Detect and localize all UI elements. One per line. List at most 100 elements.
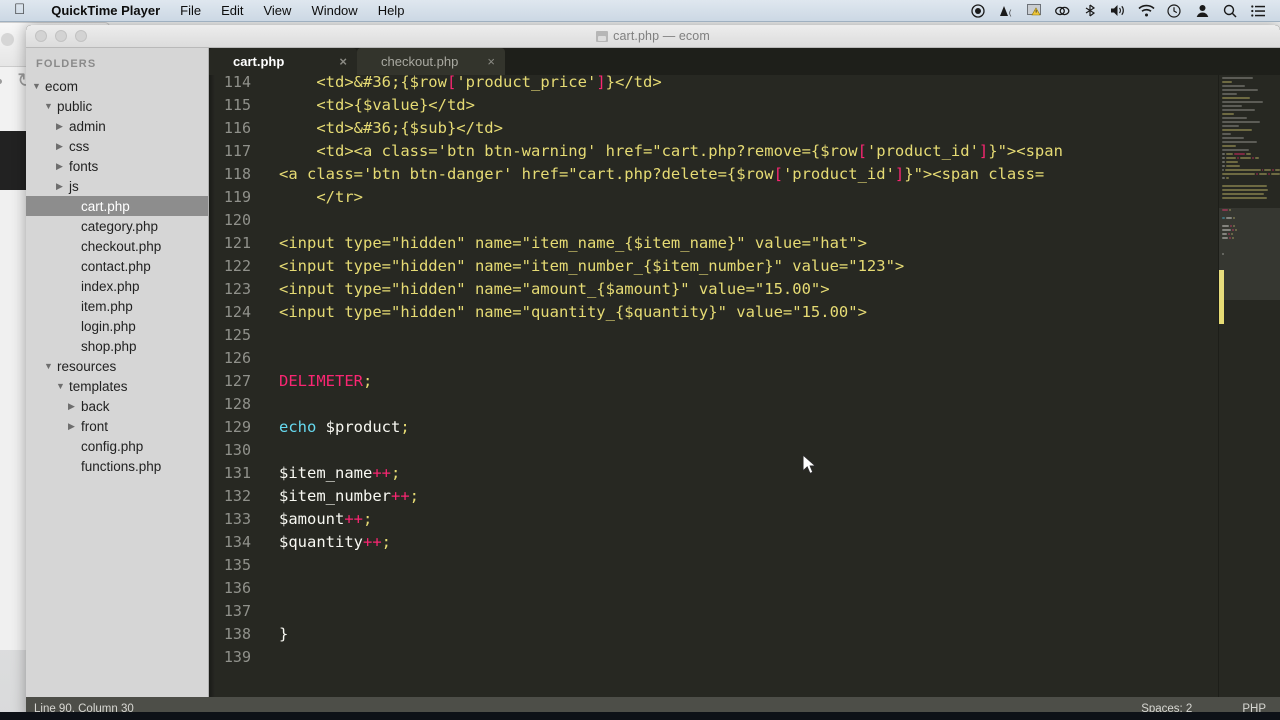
menu-item-help[interactable]: Help bbox=[368, 3, 415, 18]
code-text[interactable]: $quantity++; bbox=[261, 531, 1218, 554]
tree-item-shop-php[interactable]: shop.php bbox=[26, 336, 208, 356]
code-text[interactable]: </tr> bbox=[261, 186, 1218, 209]
menu-item-view[interactable]: View bbox=[253, 3, 301, 18]
code-line[interactable]: 128 bbox=[209, 393, 1218, 416]
chevron-right-icon[interactable] bbox=[56, 161, 69, 172]
tree-item-cart-php[interactable]: cart.php bbox=[26, 196, 208, 216]
airplay-icon[interactable]: ( bbox=[994, 5, 1018, 17]
code-text[interactable]: <input type="hidden" name="item_name_{$i… bbox=[261, 232, 1218, 255]
code-line[interactable]: 132 $item_number++; bbox=[209, 485, 1218, 508]
code-line[interactable]: 120 bbox=[209, 209, 1218, 232]
code-text[interactable]: $item_number++; bbox=[261, 485, 1218, 508]
apple-logo-icon[interactable]:  bbox=[14, 2, 25, 17]
editor-pane[interactable]: 113 <td>{$row['product_title']}</td>114 … bbox=[209, 48, 1280, 720]
code-text[interactable] bbox=[261, 600, 1218, 623]
code-line[interactable]: 125 bbox=[209, 324, 1218, 347]
code-line[interactable]: 118 <a class='btn btn-danger' href="cart.… bbox=[209, 163, 1218, 186]
tree-item-public[interactable]: public bbox=[26, 96, 208, 116]
chevron-down-icon[interactable] bbox=[44, 101, 57, 111]
code-line[interactable]: 135 bbox=[209, 554, 1218, 577]
code-line[interactable]: 123 <input type="hidden" name="amount_{$a… bbox=[209, 278, 1218, 301]
code-text[interactable]: <td><a class='btn btn-warning' href="car… bbox=[261, 140, 1218, 163]
tree-item-templates[interactable]: templates bbox=[26, 376, 208, 396]
tree-item-checkout-php[interactable]: checkout.php bbox=[26, 236, 208, 256]
code-text[interactable] bbox=[261, 324, 1218, 347]
code-line[interactable]: 121 <input type="hidden" name="item_name_… bbox=[209, 232, 1218, 255]
code-line[interactable]: 139 bbox=[209, 646, 1218, 669]
code-text[interactable] bbox=[261, 646, 1218, 669]
chevron-down-icon[interactable] bbox=[32, 81, 45, 91]
chevron-right-icon[interactable] bbox=[68, 401, 81, 412]
time-machine-icon[interactable] bbox=[1162, 3, 1186, 18]
chevron-right-icon[interactable] bbox=[56, 181, 69, 192]
code-text[interactable]: <input type="hidden" name="amount_{$amou… bbox=[261, 278, 1218, 301]
tree-item-functions-php[interactable]: functions.php bbox=[26, 456, 208, 476]
code-line[interactable]: 126 bbox=[209, 347, 1218, 370]
code-minimap[interactable] bbox=[1218, 48, 1280, 720]
code-text[interactable] bbox=[261, 554, 1218, 577]
code-line[interactable]: 127 DELIMETER; bbox=[209, 370, 1218, 393]
tree-item-front[interactable]: front bbox=[26, 416, 208, 436]
tree-item-login-php[interactable]: login.php bbox=[26, 316, 208, 336]
dropbox-icon[interactable] bbox=[1050, 5, 1074, 17]
code-text[interactable]: <input type="hidden" name="quantity_{$qu… bbox=[261, 301, 1218, 324]
chevron-right-icon[interactable] bbox=[68, 421, 81, 432]
tab-cart-php[interactable]: cart.php × bbox=[209, 48, 357, 75]
code-text[interactable]: <td>&#36;{$sub}</td> bbox=[261, 117, 1218, 140]
volume-icon[interactable] bbox=[1106, 4, 1130, 17]
window-titlebar[interactable]: cart.php — ecom bbox=[26, 25, 1280, 48]
code-line[interactable]: 134 $quantity++; bbox=[209, 531, 1218, 554]
spotlight-search-icon[interactable] bbox=[1218, 4, 1242, 18]
tree-item-item-php[interactable]: item.php bbox=[26, 296, 208, 316]
chevron-down-icon[interactable] bbox=[56, 381, 69, 391]
code-text[interactable]: <a class='btn btn-danger' href="cart.php… bbox=[261, 163, 1218, 186]
menu-item-app[interactable]: QuickTime Player bbox=[41, 3, 170, 18]
tree-item-config-php[interactable]: config.php bbox=[26, 436, 208, 456]
tab-close-icon[interactable]: × bbox=[339, 54, 347, 69]
code-line[interactable]: 124 <input type="hidden" name="quantity_{… bbox=[209, 301, 1218, 324]
code-text[interactable]: } bbox=[261, 623, 1218, 646]
code-text[interactable] bbox=[261, 209, 1218, 232]
tree-item-category-php[interactable]: category.php bbox=[26, 216, 208, 236]
tree-item-ecom[interactable]: ecom bbox=[26, 76, 208, 96]
code-line[interactable]: 136 bbox=[209, 577, 1218, 600]
code-text[interactable] bbox=[261, 577, 1218, 600]
code-text[interactable]: <td>{$value}</td> bbox=[261, 94, 1218, 117]
code-line[interactable]: 119 </tr> bbox=[209, 186, 1218, 209]
code-text[interactable]: <input type="hidden" name="item_number_{… bbox=[261, 255, 1218, 278]
display-warning-icon[interactable] bbox=[1022, 4, 1046, 17]
menu-item-window[interactable]: Window bbox=[301, 3, 367, 18]
menu-item-file[interactable]: File bbox=[170, 3, 211, 18]
code-text[interactable]: $amount++; bbox=[261, 508, 1218, 531]
code-line[interactable]: 122 <input type="hidden" name="item_numbe… bbox=[209, 255, 1218, 278]
tree-item-js[interactable]: js bbox=[26, 176, 208, 196]
code-text[interactable]: echo $product; bbox=[261, 416, 1218, 439]
tree-item-fonts[interactable]: fonts bbox=[26, 156, 208, 176]
chevron-right-icon[interactable] bbox=[56, 141, 69, 152]
tree-item-admin[interactable]: admin bbox=[26, 116, 208, 136]
code-line[interactable]: 129 echo $product; bbox=[209, 416, 1218, 439]
code-area[interactable]: 113 <td>{$row['product_title']}</td>114 … bbox=[209, 48, 1218, 720]
code-line[interactable]: 137 bbox=[209, 600, 1218, 623]
code-text[interactable]: $item_name++; bbox=[261, 462, 1218, 485]
code-line[interactable]: 117 <td><a class='btn btn-warning' href=… bbox=[209, 140, 1218, 163]
notification-center-icon[interactable] bbox=[1246, 4, 1270, 17]
code-line[interactable]: 130 bbox=[209, 439, 1218, 462]
tree-item-index-php[interactable]: index.php bbox=[26, 276, 208, 296]
code-text[interactable] bbox=[261, 439, 1218, 462]
code-line[interactable]: 138} bbox=[209, 623, 1218, 646]
code-line[interactable]: 116 <td>&#36;{$sub}</td> bbox=[209, 117, 1218, 140]
code-line[interactable]: 115 <td>{$value}</td> bbox=[209, 94, 1218, 117]
code-text[interactable] bbox=[261, 347, 1218, 370]
wifi-icon[interactable] bbox=[1134, 4, 1158, 17]
bluetooth-icon[interactable] bbox=[1078, 4, 1102, 17]
tab-checkout-php[interactable]: checkout.php × bbox=[357, 48, 505, 75]
user-account-icon[interactable] bbox=[1190, 4, 1214, 17]
code-text[interactable]: DELIMETER; bbox=[261, 370, 1218, 393]
code-line[interactable]: 133 $amount++; bbox=[209, 508, 1218, 531]
code-text[interactable] bbox=[261, 393, 1218, 416]
chevron-down-icon[interactable] bbox=[44, 361, 57, 371]
tree-item-css[interactable]: css bbox=[26, 136, 208, 156]
tree-item-contact-php[interactable]: contact.php bbox=[26, 256, 208, 276]
menu-item-edit[interactable]: Edit bbox=[211, 3, 253, 18]
